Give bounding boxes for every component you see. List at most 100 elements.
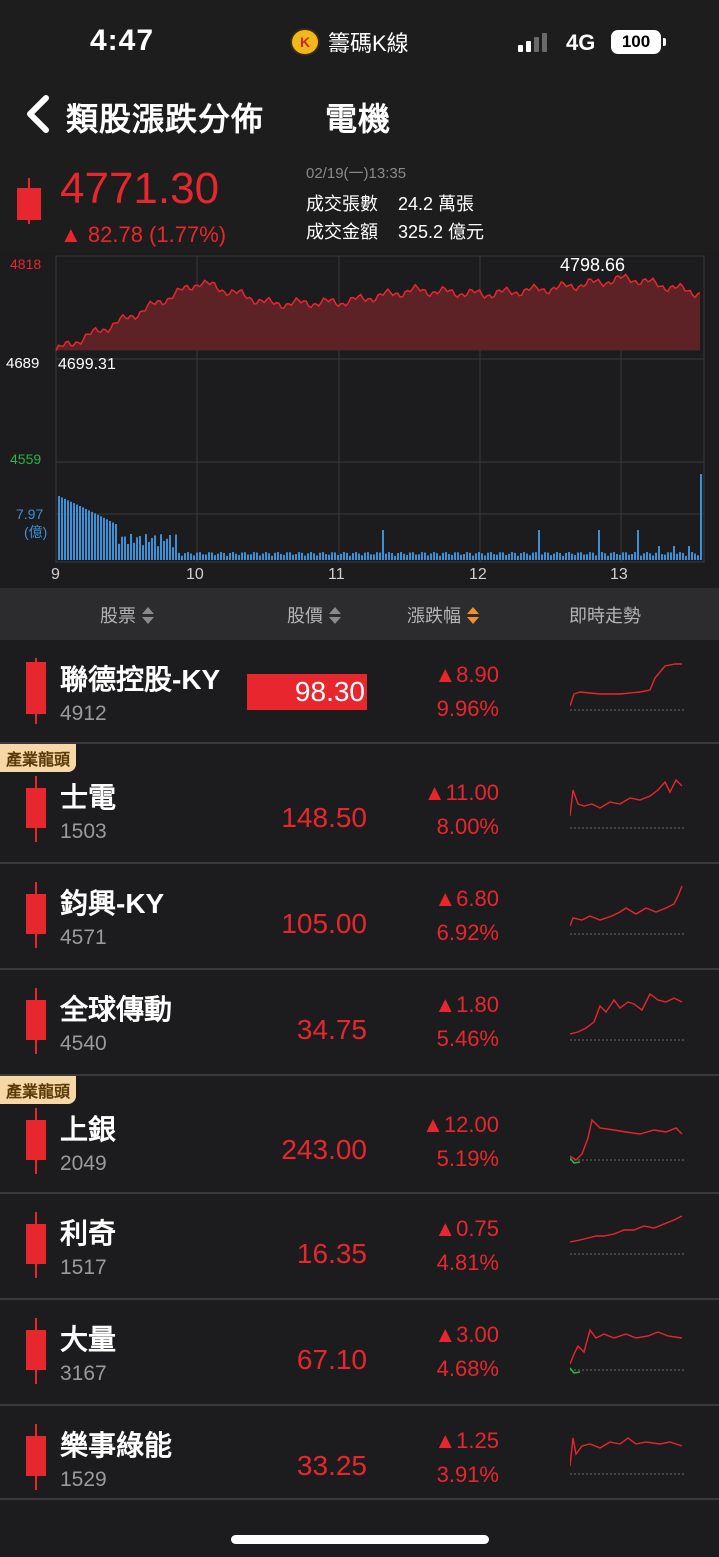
volume-bar bbox=[658, 546, 660, 560]
volume-bar bbox=[301, 552, 303, 560]
volume-bar bbox=[571, 553, 573, 560]
intraday-chart[interactable]: 4818 4689 4699.31 4559 4798.66 7.97 (億) … bbox=[0, 252, 719, 588]
volume-bar bbox=[496, 554, 498, 560]
status-app-name: 籌碼K線 bbox=[328, 31, 409, 56]
volume-bar bbox=[286, 552, 288, 560]
volume-bar bbox=[379, 552, 381, 560]
sort-by-price[interactable]: 股價 bbox=[287, 602, 341, 628]
volume-bar bbox=[127, 544, 129, 560]
volume-bar bbox=[565, 552, 567, 560]
volume-bar bbox=[655, 552, 657, 560]
volume-bar bbox=[355, 552, 357, 560]
volume-bar bbox=[268, 553, 270, 560]
volume-bar bbox=[142, 545, 144, 560]
volume-bar bbox=[607, 555, 609, 560]
volume-bar bbox=[610, 552, 612, 560]
candlestick-icon bbox=[26, 1424, 46, 1490]
stock-row[interactable]: 鈞興-KY 4571 105.00 ▲6.80 6.92% bbox=[0, 864, 719, 970]
volume-bar bbox=[328, 554, 330, 560]
stock-row[interactable]: 大量 3167 67.10 ▲3.00 4.68% bbox=[0, 1300, 719, 1406]
volume-bar bbox=[637, 530, 639, 560]
volume-bar bbox=[451, 554, 453, 560]
header-stock-label: 股票 bbox=[100, 606, 136, 626]
volume-bar bbox=[472, 555, 474, 560]
network-type: 4G bbox=[566, 30, 596, 55]
realtime-trend-sparkline bbox=[570, 778, 686, 829]
sort-icon bbox=[329, 606, 341, 624]
volume-bar bbox=[61, 497, 63, 560]
volume-bar bbox=[433, 552, 435, 560]
realtime-trend-sparkline bbox=[570, 885, 686, 935]
volume-bar bbox=[421, 552, 423, 560]
volume-bar bbox=[601, 552, 603, 560]
stock-code: 1517 bbox=[60, 1256, 107, 1279]
volume-bar bbox=[295, 554, 297, 560]
volume-bar bbox=[511, 552, 513, 560]
reference-price-label: 4699.31 bbox=[58, 356, 116, 373]
stock-row[interactable]: 產業龍頭 士電 1503 148.50 ▲11.00 8.00% bbox=[0, 744, 719, 864]
volume-bar bbox=[535, 552, 537, 560]
volume-axis-max: 7.97 bbox=[16, 506, 43, 522]
candlestick-icon bbox=[26, 988, 46, 1054]
home-indicator[interactable] bbox=[231, 1535, 489, 1544]
volume-bar bbox=[298, 552, 300, 560]
volume-bar bbox=[229, 553, 231, 560]
volume-bar bbox=[664, 554, 666, 560]
volume-bar bbox=[124, 536, 126, 560]
volume-bar bbox=[292, 554, 294, 560]
peak-price-label: 4798.66 bbox=[560, 255, 625, 275]
stock-row[interactable]: 全球傳動 4540 34.75 ▲1.80 5.46% bbox=[0, 970, 719, 1076]
volume-bar bbox=[220, 552, 222, 560]
volume-bar bbox=[217, 553, 219, 560]
volume-bar bbox=[409, 552, 411, 560]
stock-change-percent: 6.92% bbox=[436, 920, 499, 945]
stock-row[interactable]: 樂事綠能 1529 33.25 ▲1.25 3.91% bbox=[0, 1406, 719, 1500]
volume-bar bbox=[466, 552, 468, 560]
sort-by-change[interactable]: 漲跌幅 bbox=[407, 602, 479, 628]
volume-bar bbox=[346, 552, 348, 560]
volume-bar bbox=[580, 552, 582, 560]
stock-row[interactable]: 產業龍頭 上銀 2049 243.00 ▲12.00 5.19% bbox=[0, 1076, 719, 1194]
stock-price: 34.75 bbox=[296, 1014, 367, 1045]
volume-bar bbox=[502, 552, 504, 560]
realtime-trend-sparkline bbox=[570, 1437, 686, 1475]
volume-bar bbox=[499, 552, 501, 560]
stock-price: 148.50 bbox=[281, 802, 367, 833]
table-header: 股票 股價 漲跌幅 即時走勢 bbox=[0, 588, 719, 640]
stock-row[interactable]: 聯德控股-KY 4912 98.30 ▲8.90 9.96% bbox=[0, 640, 719, 744]
sort-by-stock[interactable]: 股票 bbox=[100, 602, 154, 628]
volume-bar bbox=[232, 552, 234, 560]
volume-bar bbox=[304, 555, 306, 560]
status-app-indicator[interactable]: K 籌碼K線 bbox=[290, 26, 409, 58]
stock-change: ▲6.80 bbox=[434, 886, 499, 911]
stock-change-percent: 4.81% bbox=[436, 1250, 499, 1275]
volume-bar bbox=[70, 501, 72, 560]
stock-row[interactable]: 利奇 1517 16.35 ▲0.75 4.81% bbox=[0, 1194, 719, 1300]
realtime-trend-sparkline bbox=[570, 663, 686, 711]
volume-bar bbox=[538, 530, 540, 560]
price-area-fill bbox=[55, 273, 701, 351]
volume-bar bbox=[100, 516, 102, 560]
volume-bar bbox=[595, 555, 597, 560]
volume-bar bbox=[88, 510, 90, 560]
volume-bar bbox=[289, 552, 291, 560]
volume-bar bbox=[553, 553, 555, 560]
stock-change-percent: 9.96% bbox=[436, 696, 499, 721]
back-arrow-icon[interactable] bbox=[20, 92, 60, 136]
volume-bar bbox=[139, 535, 141, 560]
volume-bar bbox=[550, 555, 552, 560]
stock-code: 2049 bbox=[60, 1152, 107, 1175]
candlestick-icon bbox=[26, 776, 46, 842]
volume-bar bbox=[520, 553, 522, 560]
volume-bar bbox=[184, 553, 186, 560]
volume-bar bbox=[181, 555, 183, 560]
volume-bar bbox=[676, 553, 678, 560]
volume-bar bbox=[688, 546, 690, 560]
stock-change-percent: 3.91% bbox=[436, 1462, 499, 1487]
volume-bar bbox=[271, 555, 273, 560]
volume-bar bbox=[574, 555, 576, 560]
volume-bar bbox=[484, 555, 486, 560]
volume-bar bbox=[256, 552, 258, 560]
volume-bar bbox=[559, 553, 561, 560]
volume-bar bbox=[250, 554, 252, 560]
